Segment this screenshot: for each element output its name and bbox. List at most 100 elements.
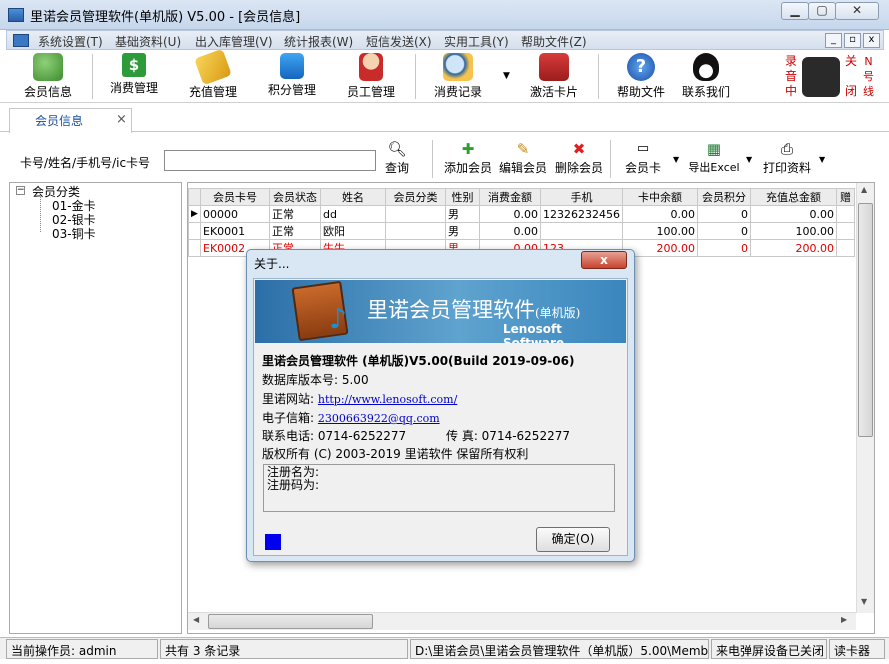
table-cell[interactable]: dd [320, 205, 386, 223]
table-cell[interactable]: 0.00 [621, 205, 698, 223]
column-header[interactable]: 赠 [835, 188, 855, 206]
registration-box[interactable]: 注册名为: 注册码为: [263, 464, 615, 512]
contact-us-button[interactable]: 联系我们 [676, 53, 736, 101]
website-link[interactable]: http://www.lenosoft.com/ [318, 393, 457, 406]
table-cell[interactable]: 正常 [269, 222, 321, 240]
menu-tools[interactable]: 实用工具(Y) [444, 33, 509, 50]
table-cell[interactable]: 0.00 [479, 222, 541, 240]
table-cell[interactable]: EK0001 [200, 222, 270, 240]
close-recording-toggle[interactable]: 关 闭 [845, 54, 857, 99]
search-input[interactable] [164, 150, 376, 171]
row-indicator [188, 222, 201, 240]
menu-sms[interactable]: 短信发送(X) [366, 33, 432, 50]
dialog-close-button[interactable]: x [581, 251, 627, 269]
email-row: 电子信箱: 2300663922@qq.com [262, 409, 440, 426]
tree-collapse-icon[interactable]: − [16, 186, 25, 195]
member-card-label: 会员卡 [624, 161, 661, 175]
consume-records-button[interactable]: 消费记录 [428, 53, 488, 101]
table-cell[interactable] [385, 205, 446, 223]
vertical-scrollbar[interactable]: ▲ ▼ [856, 183, 874, 613]
table-cell[interactable]: 0.00 [749, 205, 837, 223]
maximize-button[interactable]: ▢ [808, 2, 836, 20]
column-header[interactable]: 姓名 [320, 188, 386, 206]
column-header[interactable]: 消费金额 [479, 188, 541, 206]
table-cell[interactable]: 200.00 [749, 239, 837, 257]
column-header[interactable]: 性别 [445, 188, 480, 206]
vertical-scroll-thumb[interactable] [858, 203, 873, 437]
consume-records-dropdown-icon[interactable]: ▼ [503, 71, 510, 81]
column-header[interactable]: 会员卡号 [200, 188, 270, 206]
add-member-button[interactable]: ✚ 添加会员 [443, 139, 493, 181]
activate-card-button[interactable]: 激活卡片 [524, 53, 584, 101]
menu-reports[interactable]: 统计报表(W) [284, 33, 353, 50]
table-cell[interactable] [835, 222, 855, 240]
menu-system-settings[interactable]: 系统设置(T) [38, 33, 103, 50]
mdi-close-button[interactable]: x [863, 33, 880, 48]
column-header[interactable]: 会员状态 [269, 188, 321, 206]
website-row: 里诺网站: http://www.lenosoft.com/ [262, 390, 457, 407]
column-header[interactable]: 会员分类 [385, 188, 446, 206]
table-cell[interactable]: 男 [445, 205, 480, 223]
table-cell[interactable] [385, 222, 446, 240]
consume-mgmt-button[interactable]: $ 消费管理 [104, 53, 164, 101]
column-header[interactable]: 手机 [540, 188, 623, 206]
edit-member-button[interactable]: ✎ 编辑会员 [498, 139, 548, 181]
table-cell[interactable] [540, 222, 623, 240]
points-mgmt-button[interactable]: 积分管理 [262, 53, 322, 101]
table-cell[interactable] [835, 239, 855, 257]
table-cell[interactable] [835, 205, 855, 223]
help-file-button[interactable]: ? 帮助文件 [611, 53, 671, 101]
member-card-button[interactable]: ▭ 会员卡 [621, 139, 665, 181]
about-dialog: 关于... x ♪ 里诺会员管理软件(单机版) Lenosoft Softwar… [246, 249, 635, 562]
table-cell[interactable]: 欧阳 [320, 222, 386, 240]
mdi-minimize-button[interactable]: _ [825, 33, 842, 48]
table-row[interactable]: ▶ 00000 正常 dd 男 0.00 12326232456 0.00 0 … [188, 205, 855, 223]
scroll-up-icon[interactable]: ▲ [861, 185, 867, 194]
table-cell[interactable]: 0 [696, 205, 751, 223]
table-cell[interactable]: 00000 [200, 205, 270, 223]
scroll-right-icon[interactable]: ▶ [841, 615, 847, 624]
table-row[interactable]: EK0001 正常 欧阳 男 0.00 100.00 0 100.00 [188, 222, 855, 240]
tab-close-icon[interactable]: × [116, 112, 127, 127]
column-header[interactable]: 卡中余额 [621, 188, 698, 206]
menu-inventory[interactable]: 出入库管理(V) [195, 33, 273, 50]
delete-member-button[interactable]: ✖ 删除会员 [554, 139, 604, 181]
print-button[interactable]: ⎙ 打印资料 [762, 139, 812, 181]
scroll-down-icon[interactable]: ▼ [861, 597, 867, 606]
table-cell[interactable]: 正常 [269, 205, 321, 223]
export-dropdown-icon[interactable]: ▼ [746, 155, 752, 164]
horizontal-scrollbar[interactable]: ◀ ▶ [188, 612, 856, 630]
phone-icon[interactable] [802, 57, 840, 97]
staff-mgmt-button[interactable]: 员工管理 [341, 53, 401, 101]
email-link[interactable]: 2300663922@qq.com [318, 412, 440, 425]
table-cell[interactable]: 12326232456 [540, 205, 623, 223]
menu-help[interactable]: 帮助文件(Z) [521, 33, 587, 50]
delete-member-label: 删除会员 [554, 161, 603, 175]
member-info-button[interactable]: 会员信息 [18, 53, 78, 101]
print-dropdown-icon[interactable]: ▼ [819, 155, 825, 164]
scroll-left-icon[interactable]: ◀ [193, 615, 199, 624]
table-cell[interactable]: 男 [445, 222, 480, 240]
mdi-restore-button[interactable]: ▫ [844, 33, 861, 48]
db-version: 数据库版本号: 5.00 [262, 373, 369, 387]
app-menu-icon[interactable] [13, 34, 29, 47]
table-cell[interactable]: 100.00 [749, 222, 837, 240]
horizontal-scroll-thumb[interactable] [208, 614, 373, 629]
member-card-dropdown-icon[interactable]: ▼ [673, 155, 679, 164]
export-excel-button[interactable]: ▦ 导出Excel [685, 139, 743, 181]
ok-button[interactable]: 确定(O) [536, 527, 610, 552]
fax: 传 真: 0714-6252277 [446, 429, 570, 443]
tab-member-info[interactable]: 会员信息 × [9, 108, 132, 133]
minimize-button[interactable]: ▁ [781, 2, 809, 20]
menu-basic-data[interactable]: 基础资料(U) [115, 33, 181, 50]
tree-item-bronze[interactable]: 03-铜卡 [52, 225, 96, 242]
close-button[interactable]: ✕ [835, 2, 879, 20]
table-cell[interactable]: 0.00 [479, 205, 541, 223]
table-cell[interactable]: 0 [696, 239, 751, 257]
recharge-mgmt-button[interactable]: 充值管理 [183, 48, 243, 101]
column-header[interactable]: 充值总金额 [749, 188, 837, 206]
column-header[interactable]: 会员积分 [696, 188, 751, 206]
table-cell[interactable]: 100.00 [621, 222, 698, 240]
search-button[interactable]: 🔍︎ 查询 [383, 139, 411, 181]
table-cell[interactable]: 0 [696, 222, 751, 240]
